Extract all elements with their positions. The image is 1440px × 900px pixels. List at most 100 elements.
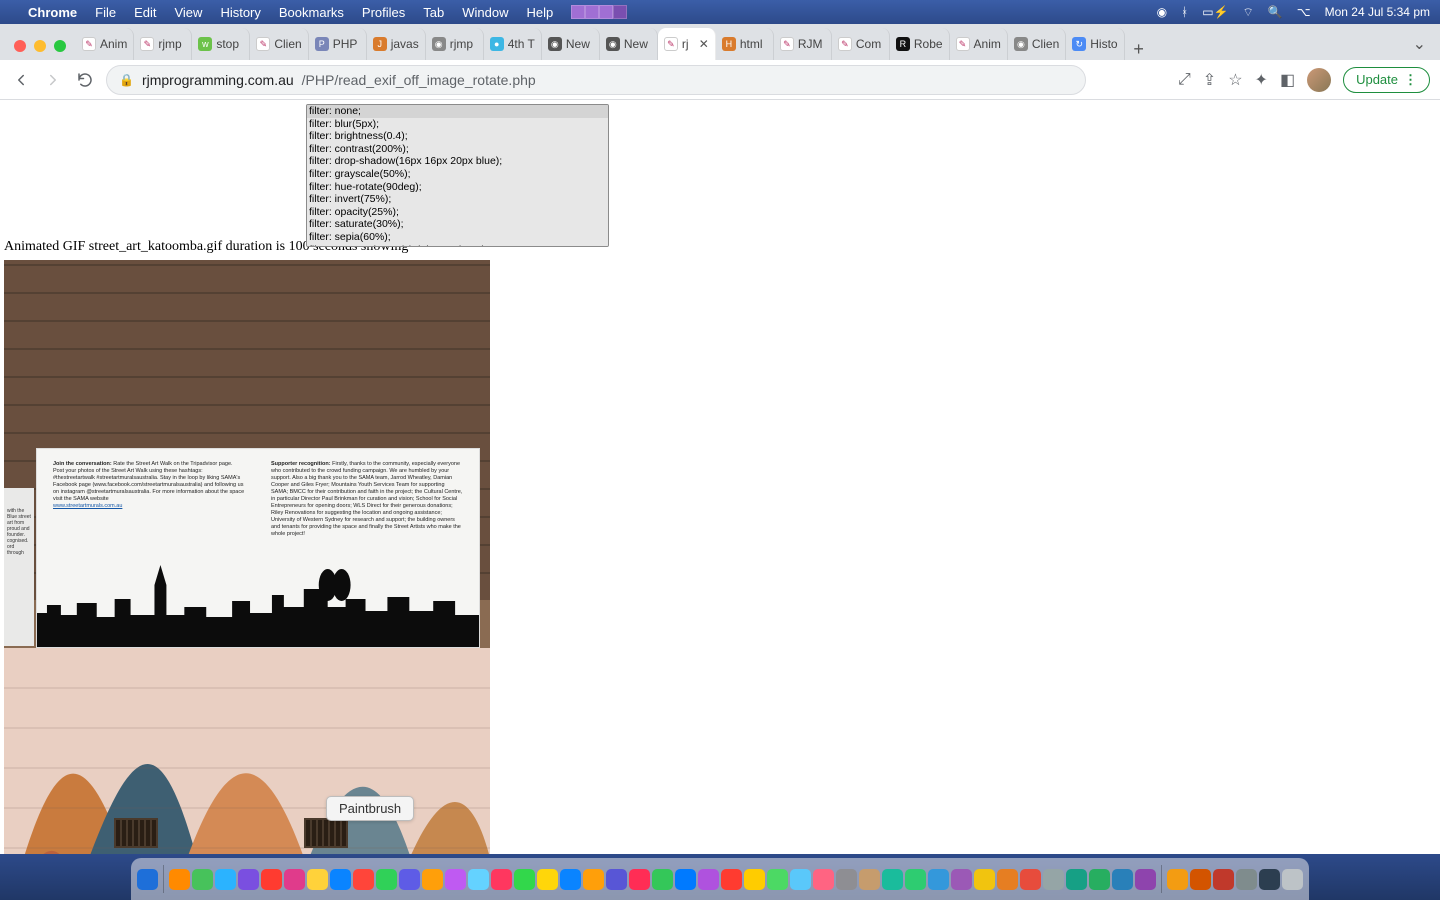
- dock-app-icon[interactable]: [1167, 869, 1188, 890]
- browser-tab[interactable]: wstop: [192, 28, 250, 60]
- browser-tab[interactable]: ◉rjmp: [426, 28, 484, 60]
- browser-tab[interactable]: ●4th T: [484, 28, 542, 60]
- dock-app-icon[interactable]: [1066, 869, 1087, 890]
- dock-app-icon[interactable]: [928, 869, 949, 890]
- dock-app-icon[interactable]: [744, 869, 765, 890]
- spotlight-icon[interactable]: 🔍: [1268, 5, 1283, 19]
- share-icon[interactable]: ⇪: [1203, 70, 1216, 90]
- dock-app-icon[interactable]: [330, 869, 351, 890]
- menu-history[interactable]: History: [220, 5, 260, 20]
- dock-app-icon[interactable]: [1135, 869, 1156, 890]
- dock-app-icon[interactable]: [307, 869, 328, 890]
- filter-option[interactable]: filter: hue-rotate(90deg);: [307, 181, 608, 194]
- browser-tab[interactable]: ✎Clien: [250, 28, 308, 60]
- filter-option[interactable]: filter: drop-shadow(16px 16px 20px blue)…: [307, 155, 608, 168]
- menu-profiles[interactable]: Profiles: [362, 5, 405, 20]
- dock-app-icon[interactable]: [1190, 869, 1211, 890]
- filter-option[interactable]: filter: none;: [307, 105, 608, 118]
- browser-tab[interactable]: PPHP: [309, 28, 367, 60]
- menu-tab[interactable]: Tab: [423, 5, 444, 20]
- filter-option[interactable]: filter: sepia(60%);: [307, 231, 608, 244]
- tab-overflow-button[interactable]: ⌄: [1413, 34, 1440, 60]
- filter-option[interactable]: filter: contrast(175%) brightness(33%);: [307, 244, 608, 247]
- filter-select[interactable]: filter: none;filter: blur(5px);filter: b…: [306, 104, 609, 247]
- dock-app-icon[interactable]: [1020, 869, 1041, 890]
- screencast-icon[interactable]: ◉: [1157, 5, 1167, 19]
- dock-app-icon[interactable]: [422, 869, 443, 890]
- dock-app-icon[interactable]: [997, 869, 1018, 890]
- bluetooth-icon[interactable]: ᚼ: [1181, 5, 1188, 19]
- browser-tab[interactable]: ✎Anim: [76, 28, 134, 60]
- control-center-icon[interactable]: ⌥: [1297, 5, 1311, 19]
- dock-app-icon[interactable]: [491, 869, 512, 890]
- dock-app-icon[interactable]: [215, 869, 236, 890]
- menu-view[interactable]: View: [174, 5, 202, 20]
- extensions-icon[interactable]: ✦: [1255, 70, 1268, 90]
- browser-tab[interactable]: Jjavas: [367, 28, 426, 60]
- dock-app-icon[interactable]: [376, 869, 397, 890]
- zoom-icon[interactable]: ⤢: [1178, 71, 1191, 89]
- dock-app-icon[interactable]: [721, 869, 742, 890]
- dock-app-icon[interactable]: [284, 869, 305, 890]
- dock-app-icon[interactable]: [859, 869, 880, 890]
- dock-app-icon[interactable]: [905, 869, 926, 890]
- menu-bookmarks[interactable]: Bookmarks: [279, 5, 344, 20]
- fullscreen-window-button[interactable]: [54, 40, 66, 52]
- dock-app-icon[interactable]: [261, 869, 282, 890]
- dock-app-icon[interactable]: [137, 869, 158, 890]
- dock-app-icon[interactable]: [675, 869, 696, 890]
- dock-app-icon[interactable]: [1236, 869, 1257, 890]
- dock-app-icon[interactable]: [836, 869, 857, 890]
- dock-app-icon[interactable]: [583, 869, 604, 890]
- back-button[interactable]: [10, 69, 32, 91]
- filter-option[interactable]: filter: opacity(25%);: [307, 206, 608, 219]
- browser-tab[interactable]: ✎rj✕: [658, 28, 716, 60]
- dock-app-icon[interactable]: [537, 869, 558, 890]
- dock-app-icon[interactable]: [560, 869, 581, 890]
- dock-app-icon[interactable]: [353, 869, 374, 890]
- filter-option[interactable]: filter: contrast(200%);: [307, 143, 608, 156]
- dock-app-icon[interactable]: [1282, 869, 1303, 890]
- dock-app-icon[interactable]: [192, 869, 213, 890]
- clock[interactable]: Mon 24 Jul 5:34 pm: [1325, 5, 1430, 19]
- browser-tab[interactable]: ✎Com: [832, 28, 890, 60]
- menu-window[interactable]: Window: [462, 5, 508, 20]
- filter-option[interactable]: filter: brightness(0.4);: [307, 130, 608, 143]
- dock-app-icon[interactable]: [1213, 869, 1234, 890]
- dock-app-icon[interactable]: [652, 869, 673, 890]
- dock-app-icon[interactable]: [1112, 869, 1133, 890]
- browser-tab[interactable]: ✎Anim: [950, 28, 1008, 60]
- dock-app-icon[interactable]: [514, 869, 535, 890]
- browser-tab[interactable]: ◉New: [542, 28, 600, 60]
- browser-tab[interactable]: ◉New: [600, 28, 658, 60]
- update-button[interactable]: Update: [1343, 67, 1430, 93]
- filter-option[interactable]: filter: invert(75%);: [307, 193, 608, 206]
- dock-app-icon[interactable]: [813, 869, 834, 890]
- filter-option[interactable]: filter: saturate(30%);: [307, 218, 608, 231]
- browser-tab[interactable]: Hhtml: [716, 28, 774, 60]
- forward-button[interactable]: [42, 69, 64, 91]
- dock-app-icon[interactable]: [767, 869, 788, 890]
- dock-app-icon[interactable]: [629, 869, 650, 890]
- reload-button[interactable]: [74, 69, 96, 91]
- address-bar[interactable]: 🔒 rjmprogramming.com.au/PHP/read_exif_of…: [106, 65, 1086, 95]
- sidepanel-icon[interactable]: ◧: [1280, 70, 1295, 90]
- dock-app-icon[interactable]: [1259, 869, 1280, 890]
- battery-icon[interactable]: ▭⚡: [1202, 5, 1228, 19]
- app-name[interactable]: Chrome: [28, 5, 77, 20]
- close-window-button[interactable]: [14, 40, 26, 52]
- dock-app-icon[interactable]: [468, 869, 489, 890]
- dock-app-icon[interactable]: [606, 869, 627, 890]
- dock-app-icon[interactable]: [790, 869, 811, 890]
- wifi-icon[interactable]: ⌔: [1243, 5, 1254, 20]
- browser-tab[interactable]: ↻Histo: [1066, 28, 1124, 60]
- filter-option[interactable]: filter: grayscale(50%);: [307, 168, 608, 181]
- dock-app-icon[interactable]: [238, 869, 259, 890]
- minimize-window-button[interactable]: [34, 40, 46, 52]
- browser-tab[interactable]: ✎rjmp: [134, 28, 192, 60]
- browser-tab[interactable]: RRobe: [890, 28, 950, 60]
- dock-app-icon[interactable]: [1043, 869, 1064, 890]
- dock-app-icon[interactable]: [399, 869, 420, 890]
- bookmark-star-icon[interactable]: ☆: [1228, 70, 1242, 90]
- dock-app-icon[interactable]: [974, 869, 995, 890]
